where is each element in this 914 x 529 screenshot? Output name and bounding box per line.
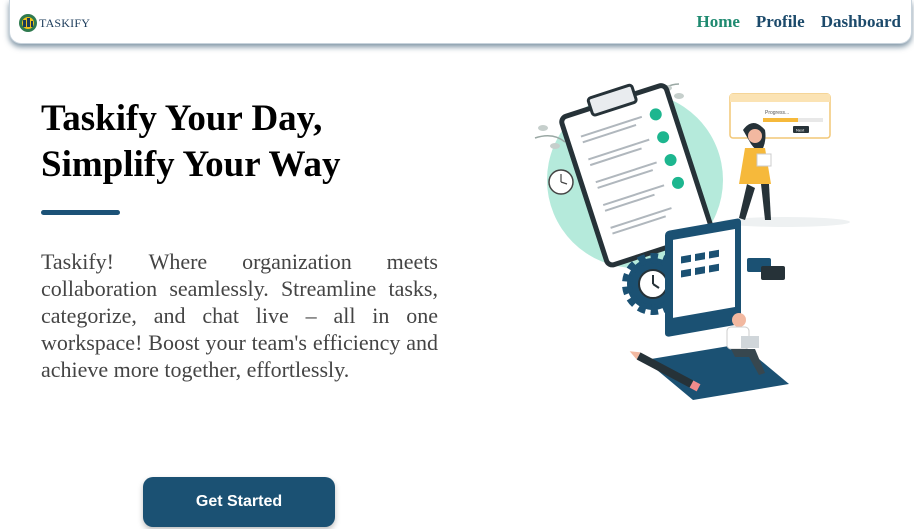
hero-title: Taskify Your Day, Simplify Your Way (41, 96, 461, 188)
title-underline (41, 210, 120, 215)
progress-label: Progress... (765, 110, 789, 116)
nav-links: Home Profile Dashboard (696, 12, 901, 32)
nav-home-link[interactable]: Home (696, 12, 739, 32)
navbar: TASKIFY Home Profile Dashboard (9, 0, 912, 44)
next-button-label: Next (796, 128, 805, 133)
chat-bubbles-icon (747, 258, 785, 280)
taskify-logo-icon (19, 14, 37, 32)
hero-title-line-2: Simplify Your Way (41, 144, 341, 185)
hero-title-line-1: Taskify Your Day, (41, 98, 323, 139)
brand[interactable]: TASKIFY (18, 13, 90, 33)
productivity-illustration: Progress... Next (534, 83, 850, 400)
nav-profile-link[interactable]: Profile (756, 12, 805, 32)
brand-name: TASKIFY (39, 15, 91, 30)
hero-description: Taskify! Where organization meets collab… (41, 249, 438, 382)
get-started-button[interactable]: Get Started (143, 477, 335, 527)
nav-dashboard-link[interactable]: Dashboard (821, 12, 901, 32)
